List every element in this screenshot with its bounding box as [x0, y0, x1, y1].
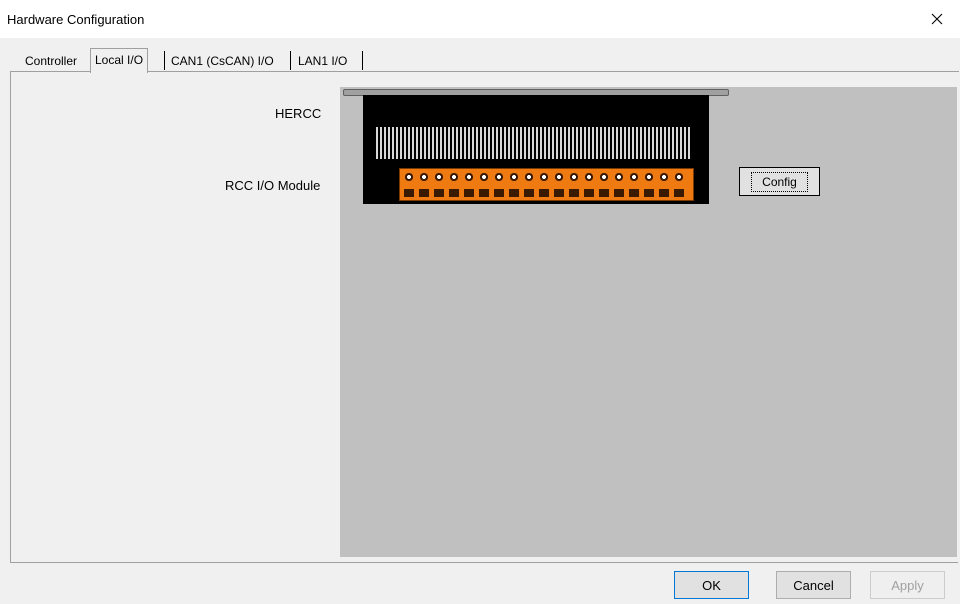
- tab-controller[interactable]: Controller: [21, 50, 81, 72]
- ok-button[interactable]: OK: [674, 571, 749, 599]
- apply-button[interactable]: Apply: [870, 571, 945, 599]
- heatsink-fins: [376, 127, 691, 159]
- title-bar: Hardware Configuration: [0, 0, 960, 38]
- rcc-io-module-label: RCC I/O Module: [225, 178, 321, 193]
- terminal-screws: [404, 172, 689, 182]
- tab-can1-cscan-io[interactable]: CAN1 (CsCAN) I/O: [167, 50, 278, 72]
- cancel-button[interactable]: Cancel: [776, 571, 851, 599]
- tab-separator: [362, 51, 363, 70]
- footer-divider: [10, 562, 958, 563]
- rcc-io-terminal-block[interactable]: [399, 168, 694, 201]
- close-icon: [931, 13, 943, 25]
- tab-separator: [290, 51, 291, 70]
- terminal-pins: [404, 186, 689, 198]
- hercc-label: HERCC: [275, 106, 322, 121]
- config-button-label: Config: [751, 171, 808, 192]
- tab-local-io[interactable]: Local I/O: [90, 48, 149, 73]
- window-title: Hardware Configuration: [7, 12, 145, 27]
- tab-lan1-io[interactable]: LAN1 I/O: [294, 50, 351, 72]
- tab-separator: [164, 51, 165, 70]
- hercc-controller-image[interactable]: [363, 95, 709, 204]
- config-button[interactable]: Config: [739, 167, 820, 196]
- close-button[interactable]: [914, 0, 960, 38]
